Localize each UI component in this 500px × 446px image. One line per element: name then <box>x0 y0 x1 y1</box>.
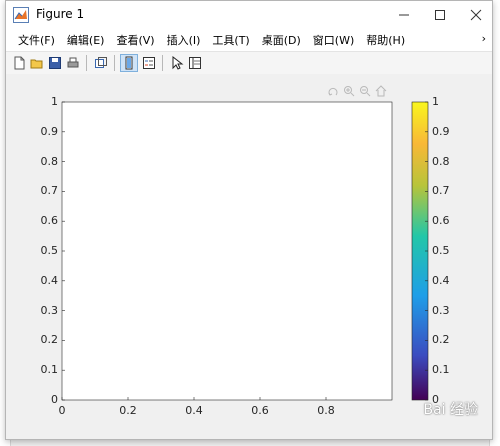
colorbar-tick-label: 0.7 <box>432 184 450 198</box>
maximize-button[interactable] <box>422 1 458 29</box>
link-plot-icon <box>95 57 107 68</box>
menu-view[interactable]: 查看(V) <box>110 32 160 48</box>
y-tick-label: 0.8 <box>40 154 59 168</box>
x-tick-label: 0.8 <box>317 404 335 417</box>
y-tick-label: 0.1 <box>40 363 59 377</box>
menu-help[interactable]: 帮助(H) <box>360 32 411 48</box>
insert-colorbar-icon <box>125 56 133 70</box>
x-tick-label: 0.4 <box>185 404 203 417</box>
x-tick-label: 0.6 <box>251 404 269 417</box>
figure-window: Figure 1 文件(F) 编辑(E) 查看(V) 插入(I) 工具(T) 桌… <box>5 0 493 440</box>
colorbar-tick-label: 0.3 <box>432 303 450 317</box>
figure-toolbar <box>6 51 492 75</box>
open-file-icon <box>30 59 43 69</box>
menu-overflow-chevron[interactable]: › <box>482 32 486 45</box>
close-icon <box>470 9 482 21</box>
open-file-button[interactable] <box>28 54 46 72</box>
watermark: Bai 经验 <box>423 402 478 418</box>
matlab-logo-icon <box>13 7 29 23</box>
y-tick-label: 1 <box>51 95 58 108</box>
edit-plot-button[interactable] <box>168 54 186 72</box>
colorbar-tick-label: 1 <box>432 95 439 108</box>
property-inspector-icon <box>189 57 201 69</box>
y-tick-label: 0.7 <box>40 184 59 198</box>
menu-tools[interactable]: 工具(T) <box>206 32 255 48</box>
toolbar-separator <box>162 55 163 71</box>
x-tick-label: 0.2 <box>119 404 137 417</box>
y-tick-label: 0.5 <box>40 244 59 257</box>
insert-legend-icon <box>143 57 155 69</box>
new-figure-button[interactable] <box>10 54 28 72</box>
x-tick-label: 0 <box>58 404 66 417</box>
figure-canvas: 0 0.2 0.4 0.6 0.8 0 0.1 0.2 0.3 0.4 0.5 0.6 0.7 0.8 0.… <box>6 74 492 439</box>
property-inspector-button[interactable] <box>186 54 204 72</box>
save-icon <box>49 57 61 69</box>
menu-edit[interactable]: 编辑(E) <box>61 32 111 48</box>
colorbar-tick-label: 0.4 <box>432 273 450 287</box>
y-tick-label: 0 <box>51 393 58 406</box>
colorbar-tick-label: 0.2 <box>432 333 450 347</box>
menu-bar: 文件(F) 编辑(E) 查看(V) 插入(I) 工具(T) 桌面(D) 窗口(W… <box>6 29 492 51</box>
toolbar-separator <box>86 55 87 71</box>
colorbar-tick-label: 0.5 <box>432 244 450 257</box>
y-tick-label: 0.9 <box>40 124 59 138</box>
menu-file[interactable]: 文件(F) <box>12 32 61 48</box>
menu-desktop[interactable]: 桌面(D) <box>256 32 307 48</box>
y-tick-label: 0.4 <box>40 273 59 287</box>
colorbar-tick-label: 0.8 <box>432 154 450 168</box>
menu-insert[interactable]: 插入(I) <box>161 32 207 48</box>
y-tick-label: 0.6 <box>40 214 59 228</box>
new-figure-icon <box>14 56 25 70</box>
close-button[interactable] <box>458 1 494 29</box>
colorbar-tick-label: 0.9 <box>432 124 450 138</box>
print-button[interactable] <box>64 54 82 72</box>
maximize-icon <box>435 10 445 20</box>
y-tick-label: 0.2 <box>40 333 59 347</box>
menu-window[interactable]: 窗口(W) <box>307 32 360 48</box>
minimize-button[interactable] <box>386 1 422 29</box>
save-button[interactable] <box>46 54 64 72</box>
toolbar-separator <box>114 55 115 71</box>
print-icon <box>67 57 79 68</box>
edit-plot-icon <box>172 56 184 70</box>
y-tick-label: 0.3 <box>40 303 59 317</box>
minimize-icon <box>399 14 409 16</box>
colorbar-tick-label: 0.1 <box>432 363 450 377</box>
colorbar-tick-label: 0.6 <box>432 214 450 228</box>
title-bar[interactable]: Figure 1 <box>6 1 492 29</box>
insert-legend-button[interactable] <box>140 54 158 72</box>
plot-svg <box>61 101 429 401</box>
insert-colorbar-button[interactable] <box>120 54 138 72</box>
axes-background[interactable] <box>61 101 393 401</box>
window-title: Figure 1 <box>36 7 85 21</box>
link-plot-button[interactable] <box>92 54 110 72</box>
